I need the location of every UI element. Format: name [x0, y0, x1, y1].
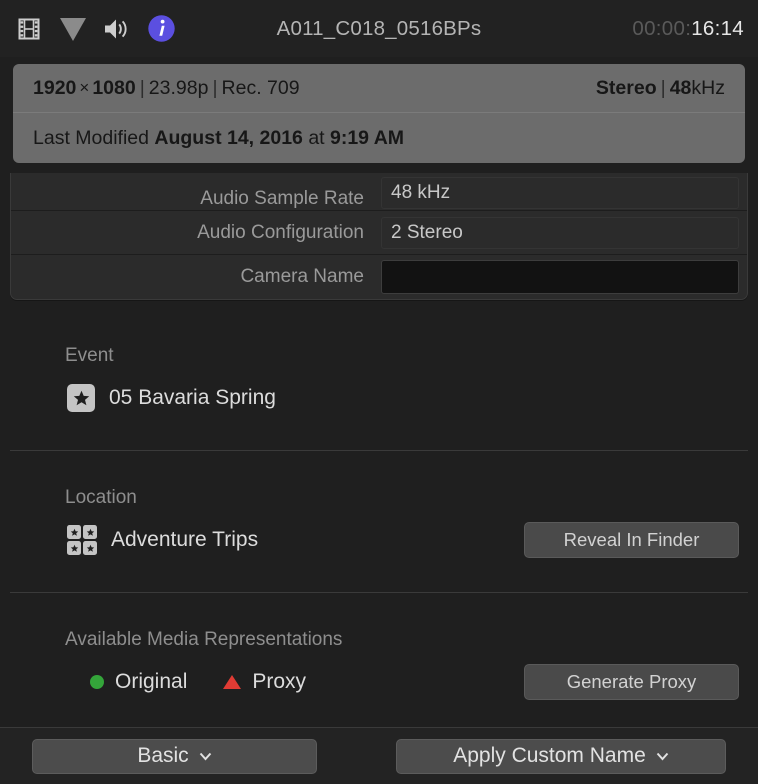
resolution-width: 1920	[33, 76, 77, 99]
audio-rate-number: 48	[669, 76, 692, 99]
red-triangle-icon	[223, 675, 242, 689]
section-divider	[10, 592, 748, 593]
metadata-value[interactable]: 2 Stereo	[381, 216, 739, 249]
table-row[interactable]: Audio Configuration 2 Stereo	[11, 211, 747, 255]
film-strip-icon[interactable]	[14, 14, 44, 44]
apply-custom-name-label: Apply Custom Name	[453, 744, 646, 767]
library-grid-cell	[67, 525, 81, 539]
media-item-original: Original	[90, 670, 187, 694]
summary-banner-container: 1920 × 1080 | 23.98p | Rec. 709 Stereo | 4…	[0, 57, 758, 167]
resolution-height: 1080	[92, 76, 136, 99]
library-grid-cell	[83, 525, 97, 539]
inspector-sections: Event 05 Bavaria Spring Location Adventu…	[0, 309, 758, 727]
last-modified-date: August 14, 2016	[154, 126, 303, 149]
timecode-display: 00:00:16:14	[632, 17, 744, 41]
summary-banner: 1920 × 1080 | 23.98p | Rec. 709 Stereo | 4…	[13, 64, 745, 163]
media-item-proxy: Proxy	[223, 670, 306, 694]
table-row[interactable]: Audio Sample Rate 48 kHz	[11, 173, 747, 211]
green-circle-icon	[90, 675, 104, 689]
apply-custom-name-popup-button[interactable]: Apply Custom Name	[396, 738, 726, 774]
location-name: Adventure Trips	[111, 528, 259, 551]
triangle-down-icon[interactable]	[58, 14, 88, 44]
inspector-footer: Basic Apply Custom Name	[0, 727, 758, 784]
library-grid-cell	[83, 541, 97, 555]
banner-format-row: 1920 × 1080 | 23.98p | Rec. 709 Stereo | 4…	[13, 64, 745, 113]
last-modified-at: at	[308, 126, 325, 149]
metadata-label: Audio Sample Rate	[200, 188, 364, 209]
chevron-down-icon	[199, 749, 212, 763]
view-mode-popup-button[interactable]: Basic	[32, 738, 317, 774]
chevron-down-icon	[656, 749, 669, 763]
section-divider	[10, 450, 748, 451]
camera-name-input[interactable]	[381, 260, 739, 294]
media-label-original: Original	[115, 670, 188, 693]
location-section-title: Location	[65, 487, 137, 508]
audio-channels: Stereo	[595, 76, 657, 99]
separator-pipe: |	[660, 76, 666, 99]
last-modified-label: Last Modified	[33, 126, 149, 149]
media-representations-title: Available Media Representations	[65, 629, 343, 650]
generate-proxy-button[interactable]: Generate Proxy	[524, 664, 739, 700]
last-modified-time: 9:19 AM	[330, 126, 405, 149]
media-label-proxy: Proxy	[252, 670, 307, 693]
inspector-tab-icons	[14, 14, 176, 44]
event-section-title: Event	[65, 345, 114, 366]
metadata-table: Audio Sample Rate 48 kHz Audio Configura…	[10, 173, 748, 300]
library-grid-icon	[67, 525, 97, 555]
metadata-label: Audio Configuration	[197, 221, 364, 243]
timecode-leading: 00:00:	[632, 16, 692, 40]
metadata-table-container: Audio Sample Rate 48 kHz Audio Configura…	[0, 167, 758, 309]
media-representations-row: Original Proxy Generate Proxy	[10, 664, 748, 700]
metadata-label: Camera Name	[240, 266, 364, 287]
location-row[interactable]: Adventure Trips Reveal In Finder	[10, 522, 748, 558]
star-event-icon	[67, 384, 95, 412]
audio-rate-unit: kHz	[691, 76, 725, 99]
metadata-value[interactable]: 48 kHz	[381, 177, 739, 209]
reveal-in-finder-button[interactable]: Reveal In Finder	[524, 522, 739, 558]
banner-audio-summary: Stereo | 48kHz	[596, 77, 725, 100]
resolution-times: ×	[79, 78, 90, 97]
banner-modified-row: Last Modified August 14, 2016 at 9:19 AM	[13, 113, 745, 163]
color-space: Rec. 709	[221, 76, 300, 99]
info-icon[interactable]	[146, 14, 176, 44]
speaker-icon[interactable]	[102, 14, 132, 44]
view-mode-label: Basic	[137, 744, 189, 767]
separator-pipe: |	[212, 76, 218, 99]
inspector-header: A011_C018_0516BPs 00:00:16:14	[0, 0, 758, 57]
event-row[interactable]: 05 Bavaria Spring	[10, 380, 748, 416]
event-name: 05 Bavaria Spring	[109, 386, 276, 409]
table-row[interactable]: Camera Name	[11, 255, 747, 299]
inspector-panel: A011_C018_0516BPs 00:00:16:14 1920 × 108…	[0, 0, 758, 784]
frame-rate: 23.98p	[148, 76, 209, 99]
timecode-value: 16:14	[691, 16, 744, 40]
library-grid-cell	[67, 541, 81, 555]
separator-pipe: |	[139, 76, 145, 99]
